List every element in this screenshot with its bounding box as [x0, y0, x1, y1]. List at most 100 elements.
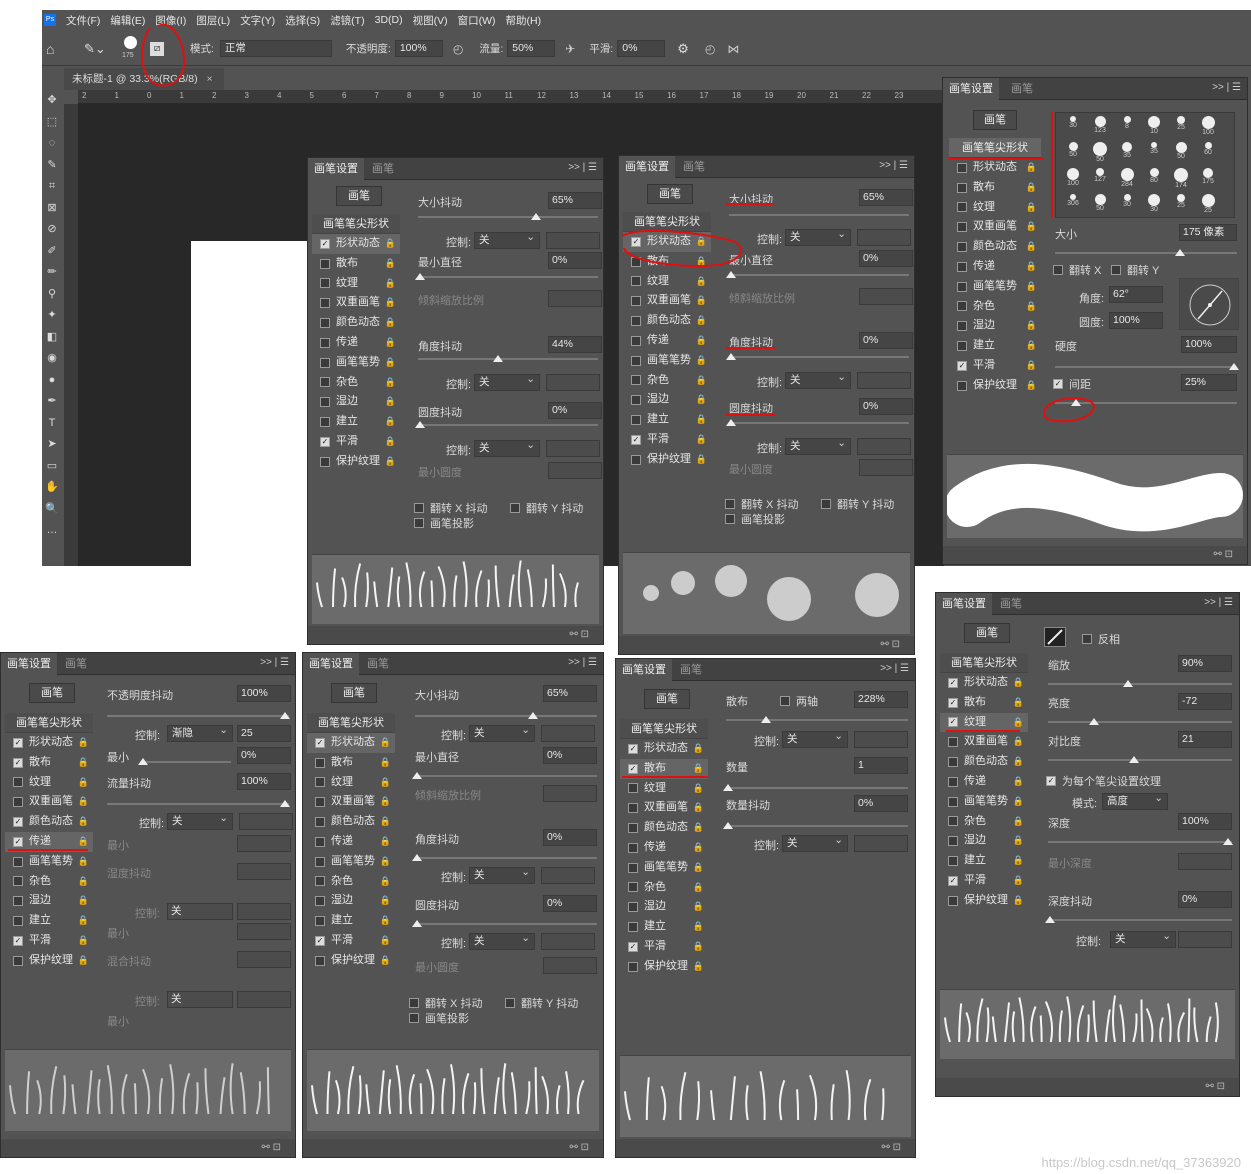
brush-tool-icon[interactable]: ✎⌄ [84, 41, 112, 57]
panel-menu-icon[interactable]: >> | ☰ [568, 162, 597, 173]
lock-icon[interactable]: 🔒 [1013, 673, 1024, 693]
checkbox-option[interactable]: 翻转 Y 抖动 [505, 995, 578, 1011]
list-item[interactable]: 保护纹理 🔒 [307, 951, 395, 971]
list-item[interactable]: 散布 🔒 [312, 254, 400, 274]
slider-track[interactable] [415, 273, 598, 280]
list-item[interactable]: 颜色动态 🔒 [940, 752, 1028, 772]
slider-track[interactable] [418, 355, 598, 362]
tool-18-icon[interactable]: ✋ [42, 477, 62, 499]
tab-brush-settings[interactable]: 画笔设置 [303, 653, 359, 675]
value-input[interactable]: 0% [237, 747, 291, 764]
checkbox[interactable] [957, 242, 967, 253]
slider-knob[interactable] [726, 419, 736, 426]
brush-presets-button[interactable]: 画笔 [331, 683, 377, 703]
list-item-tip-shape[interactable]: 画笔笔尖形状 [949, 138, 1041, 158]
tool-0-icon[interactable]: ✥ [42, 90, 62, 112]
pressure-size-icon[interactable]: ◴ [705, 42, 715, 56]
value-input[interactable]: 44% [548, 336, 602, 353]
slider-track[interactable] [107, 712, 290, 719]
list-item[interactable]: 保护纹理 🔒 [949, 376, 1041, 396]
lock-icon[interactable]: 🔒 [385, 234, 396, 254]
list-item[interactable]: 杂色 🔒 [940, 812, 1028, 832]
lock-icon[interactable]: 🔒 [696, 351, 707, 371]
checkbox[interactable] [315, 896, 325, 907]
list-item[interactable]: 传递 🔒 [940, 772, 1028, 792]
lock-icon[interactable]: 🔒 [693, 878, 704, 898]
checkbox[interactable] [315, 797, 325, 808]
slider-knob[interactable] [1071, 399, 1081, 406]
lock-icon[interactable]: 🔒 [1026, 277, 1037, 297]
slider-track[interactable] [107, 800, 290, 807]
checkbox[interactable]: ✓ [1053, 379, 1063, 389]
brush-tip-preset[interactable]: 50 [1168, 141, 1194, 167]
slider-knob[interactable] [723, 822, 733, 829]
checkbox[interactable] [1053, 265, 1063, 275]
panel-menu-icon[interactable]: >> | ☰ [568, 657, 597, 668]
list-item[interactable]: 建立 🔒 [949, 336, 1041, 356]
tab-brush[interactable]: 画笔 [361, 653, 395, 675]
lock-icon[interactable]: 🔒 [380, 891, 391, 911]
value-input[interactable] [541, 725, 595, 742]
value-input[interactable] [857, 438, 911, 455]
tool-11-icon[interactable]: ◧ [42, 327, 62, 349]
slider-knob[interactable] [1229, 363, 1239, 370]
value-input[interactable]: 关 [167, 991, 233, 1008]
list-item[interactable]: 建立 🔒 [940, 851, 1028, 871]
checkbox[interactable] [957, 341, 967, 352]
control-select[interactable]: 关 [785, 436, 851, 455]
lock-icon[interactable]: 🔒 [693, 759, 704, 779]
lock-icon[interactable]: 🔒 [696, 430, 707, 450]
lock-icon[interactable]: 🔒 [380, 812, 391, 832]
flow-input[interactable]: 50% [507, 40, 556, 57]
lock-icon[interactable]: 🔒 [78, 872, 89, 892]
list-item[interactable]: 保护纹理 🔒 [623, 450, 711, 470]
list-item-tip-shape[interactable]: 画笔笔尖形状 [620, 719, 708, 739]
checkbox[interactable] [780, 696, 790, 706]
control-select[interactable]: 关 [782, 729, 848, 748]
list-item[interactable]: 湿边 🔒 [949, 316, 1041, 336]
lock-icon[interactable]: 🔒 [1013, 871, 1024, 891]
slider-knob[interactable] [1129, 756, 1139, 763]
size-input[interactable]: 175 像素 [1179, 224, 1237, 241]
list-item[interactable]: ✓ 形状动态 🔒 [623, 232, 711, 252]
value-input[interactable]: 0% [859, 398, 913, 415]
checkbox[interactable] [628, 922, 638, 933]
checkbox[interactable] [13, 916, 23, 927]
control-select[interactable]: 关 [474, 230, 540, 249]
list-item[interactable]: ✓ 平滑 🔒 [940, 871, 1028, 891]
checkbox[interactable] [315, 777, 325, 788]
panel-footer-icons[interactable]: ⚯ ⊡ [1, 1139, 295, 1157]
lock-icon[interactable]: 🔒 [385, 293, 396, 313]
lock-icon[interactable]: 🔒 [78, 891, 89, 911]
lock-icon[interactable]: 🔒 [1013, 851, 1024, 871]
checkbox-option[interactable]: 翻转 Y 抖动 [510, 500, 583, 516]
value-input[interactable] [546, 232, 600, 249]
lock-icon[interactable]: 🔒 [1026, 217, 1037, 237]
lock-icon[interactable]: 🔒 [696, 450, 707, 470]
lock-icon[interactable]: 🔒 [78, 753, 89, 773]
panel-menu-icon[interactable]: >> | ☰ [1212, 82, 1241, 93]
value-input[interactable]: 0% [543, 895, 597, 912]
lock-icon[interactable]: 🔒 [78, 931, 89, 951]
brush-tip-grid[interactable]: 30 123 8 10 25 100 50 50 35 35 50 60 100 127 284 80 174 1… [1055, 112, 1235, 218]
lock-icon[interactable]: 🔒 [1026, 376, 1037, 396]
list-item[interactable]: 湿边 🔒 [620, 897, 708, 917]
checkbox[interactable]: ✓ [13, 757, 23, 768]
checkbox[interactable] [315, 757, 325, 768]
slider-track[interactable] [726, 716, 908, 723]
control-select[interactable]: 关 [1110, 929, 1176, 948]
tool-14-icon[interactable]: ✒ [42, 391, 62, 413]
control-select[interactable]: 渐隐 [167, 723, 233, 742]
lock-icon[interactable]: 🔒 [1026, 237, 1037, 257]
value-input[interactable] [543, 957, 597, 974]
list-item[interactable]: 传递 🔒 [949, 257, 1041, 277]
panel-footer-icons[interactable]: ⚯ ⊡ [308, 626, 603, 644]
lock-icon[interactable]: 🔒 [1013, 752, 1024, 772]
checkbox-option[interactable]: 反相 [1082, 631, 1120, 647]
slider-track[interactable] [1048, 756, 1232, 763]
checkbox[interactable] [957, 182, 967, 193]
tool-16-icon[interactable]: ➤ [42, 434, 62, 456]
brush-tip-preset[interactable]: 50 [1087, 193, 1113, 219]
list-item[interactable]: ✓ 平滑 🔒 [620, 937, 708, 957]
brush-preset-picker[interactable]: 175 [120, 34, 142, 64]
